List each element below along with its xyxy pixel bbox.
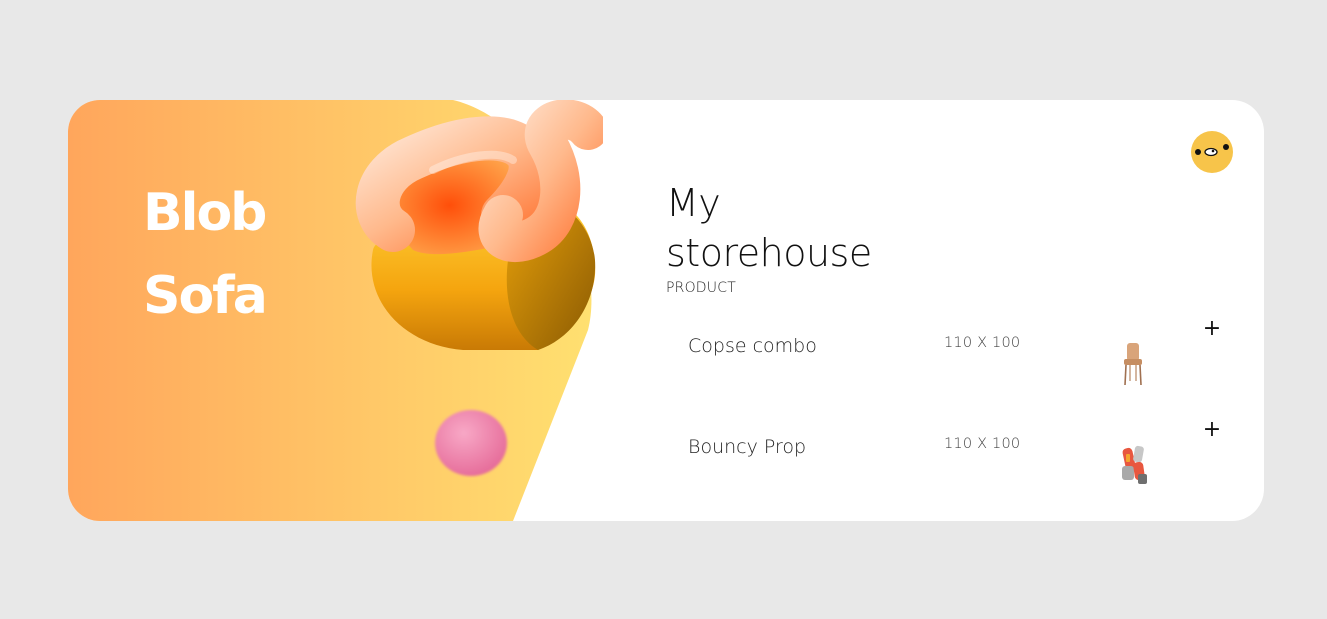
pink-ball-icon — [435, 410, 507, 476]
add-product-button[interactable]: + — [1198, 315, 1226, 343]
hero-panel: Blob Sofa — [68, 100, 668, 521]
product-row: Bouncy Prop 110 X 100 + — [668, 416, 1228, 496]
colorful-prop-icon — [1122, 445, 1147, 484]
add-product-button[interactable]: + — [1198, 416, 1226, 444]
hero-title: Blob Sofa — [143, 183, 268, 326]
product-row: Copse combo 110 X 100 + — [668, 315, 1228, 395]
product-name: Copse combo — [688, 335, 817, 357]
product-size: 110 X 100 — [944, 335, 1021, 351]
product-card: Blob Sofa My storehouse PRODUCT Copse co… — [68, 100, 1264, 521]
storehouse-title-line1: My — [666, 181, 721, 225]
storehouse-title-line2: storehouse — [666, 231, 872, 275]
product-section-label: PRODUCT — [666, 280, 736, 296]
storehouse-title: My storehouse — [666, 178, 872, 278]
cartoon-face-icon — [1195, 144, 1229, 157]
user-avatar[interactable] — [1191, 131, 1233, 173]
blob-sofa-image — [355, 100, 603, 350]
product-name: Bouncy Prop — [688, 436, 807, 458]
wooden-chair-icon — [1124, 343, 1142, 386]
product-size: 110 X 100 — [944, 436, 1021, 452]
